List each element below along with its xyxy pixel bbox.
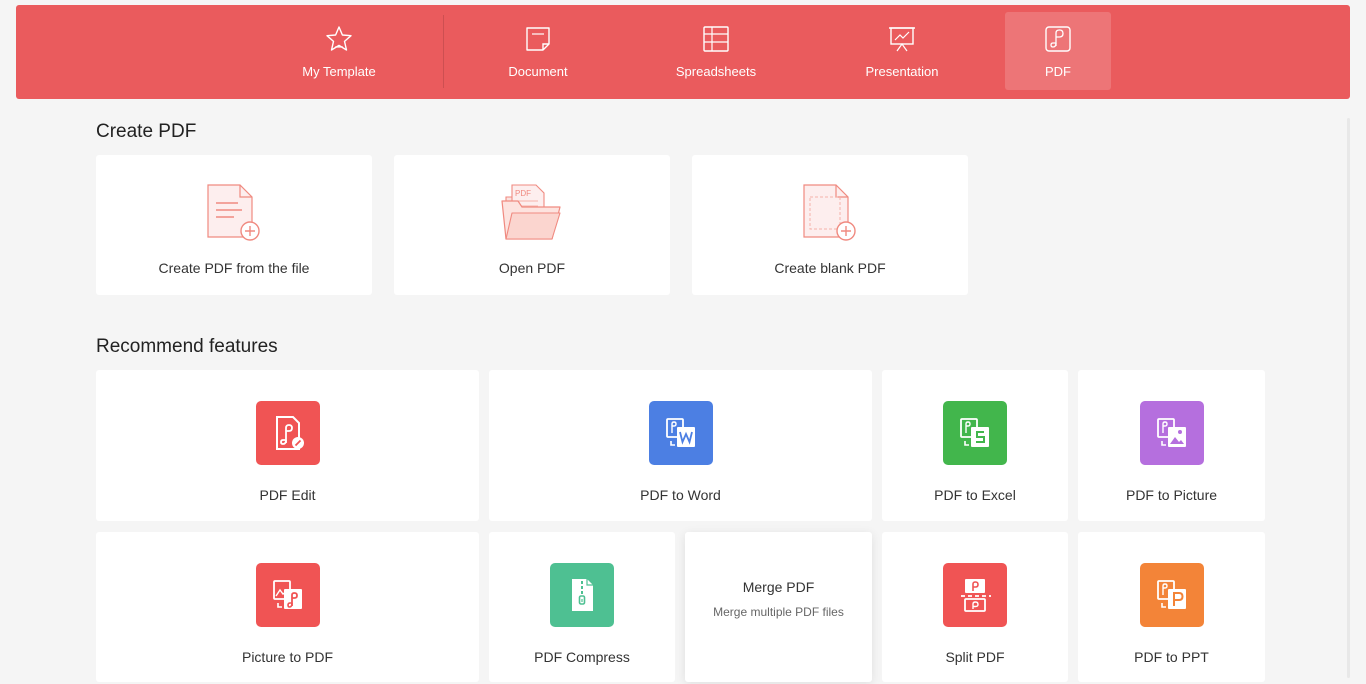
open-pdf-card[interactable]: PDF Open PDF — [394, 155, 670, 295]
pdf-to-word-icon — [648, 401, 713, 465]
pdf-to-ppt-card[interactable]: PDF to PPT — [1078, 532, 1265, 682]
feature-label: Merge PDF — [742, 579, 815, 595]
pdf-compress-card[interactable]: PDF Compress — [489, 532, 675, 682]
card-label: Create blank PDF — [774, 260, 886, 276]
tab-presentation[interactable]: Presentation — [849, 12, 955, 90]
picture-to-pdf-card[interactable]: Picture to PDF — [96, 532, 479, 682]
vertical-scrollbar[interactable] — [1347, 118, 1350, 678]
pdf-to-picture-icon — [1139, 401, 1204, 465]
document-icon — [523, 24, 553, 54]
top-nav-bar: My Template Document Spreadsheets Presen… — [16, 5, 1350, 99]
tab-divider — [443, 15, 444, 88]
pdf-to-ppt-icon — [1139, 563, 1204, 627]
tab-label: PDF — [1045, 64, 1071, 79]
split-pdf-icon — [943, 563, 1007, 627]
feature-description: Merge multiple PDF files — [713, 605, 844, 619]
card-label: Create PDF from the file — [158, 260, 310, 276]
blank-file-add-icon — [800, 183, 860, 248]
create-blank-pdf-card[interactable]: Create blank PDF — [692, 155, 968, 295]
feature-label: PDF Compress — [534, 649, 630, 665]
pdf-icon — [1043, 24, 1073, 54]
file-add-icon — [204, 183, 264, 248]
pdf-to-word-card[interactable]: PDF to Word — [489, 370, 872, 521]
tab-spreadsheets[interactable]: Spreadsheets — [663, 12, 769, 90]
create-pdf-from-file-card[interactable]: Create PDF from the file — [96, 155, 372, 295]
create-pdf-title: Create PDF — [96, 121, 197, 142]
presentation-icon — [887, 24, 917, 54]
tab-my-template[interactable]: My Template — [286, 12, 392, 90]
tab-label: Spreadsheets — [675, 64, 757, 79]
feature-label: PDF to Word — [640, 487, 721, 503]
split-pdf-card[interactable]: Split PDF — [882, 532, 1068, 682]
pdf-edit-card[interactable]: PDF Edit — [96, 370, 479, 521]
star-icon — [324, 24, 354, 54]
feature-label: Picture to PDF — [241, 649, 334, 665]
card-label: Open PDF — [498, 260, 566, 276]
tab-pdf[interactable]: PDF — [1005, 12, 1111, 90]
pdf-to-excel-card[interactable]: PDF to Excel — [882, 370, 1068, 521]
picture-to-pdf-icon — [255, 563, 320, 627]
feature-label: PDF to PPT — [1134, 649, 1209, 665]
pdf-to-excel-icon — [943, 401, 1007, 465]
pdf-edit-icon — [255, 401, 320, 465]
merge-pdf-card[interactable]: Merge PDF Merge multiple PDF files — [685, 532, 872, 682]
spreadsheet-icon — [701, 24, 731, 54]
feature-label: PDF Edit — [259, 487, 316, 503]
tab-label: Document — [508, 64, 568, 79]
feature-label: PDF to Excel — [934, 487, 1016, 503]
svg-text:PDF: PDF — [515, 189, 531, 198]
pdf-to-picture-card[interactable]: PDF to Picture — [1078, 370, 1265, 521]
tab-label: My Template — [302, 64, 376, 79]
recommend-features-title: Recommend features — [96, 336, 278, 357]
folder-pdf-icon: PDF — [500, 183, 564, 248]
feature-label: Split PDF — [945, 649, 1005, 665]
tab-label: Presentation — [865, 64, 939, 79]
feature-label: PDF to Picture — [1125, 487, 1218, 503]
pdf-compress-icon — [550, 563, 614, 627]
tab-document[interactable]: Document — [485, 12, 591, 90]
